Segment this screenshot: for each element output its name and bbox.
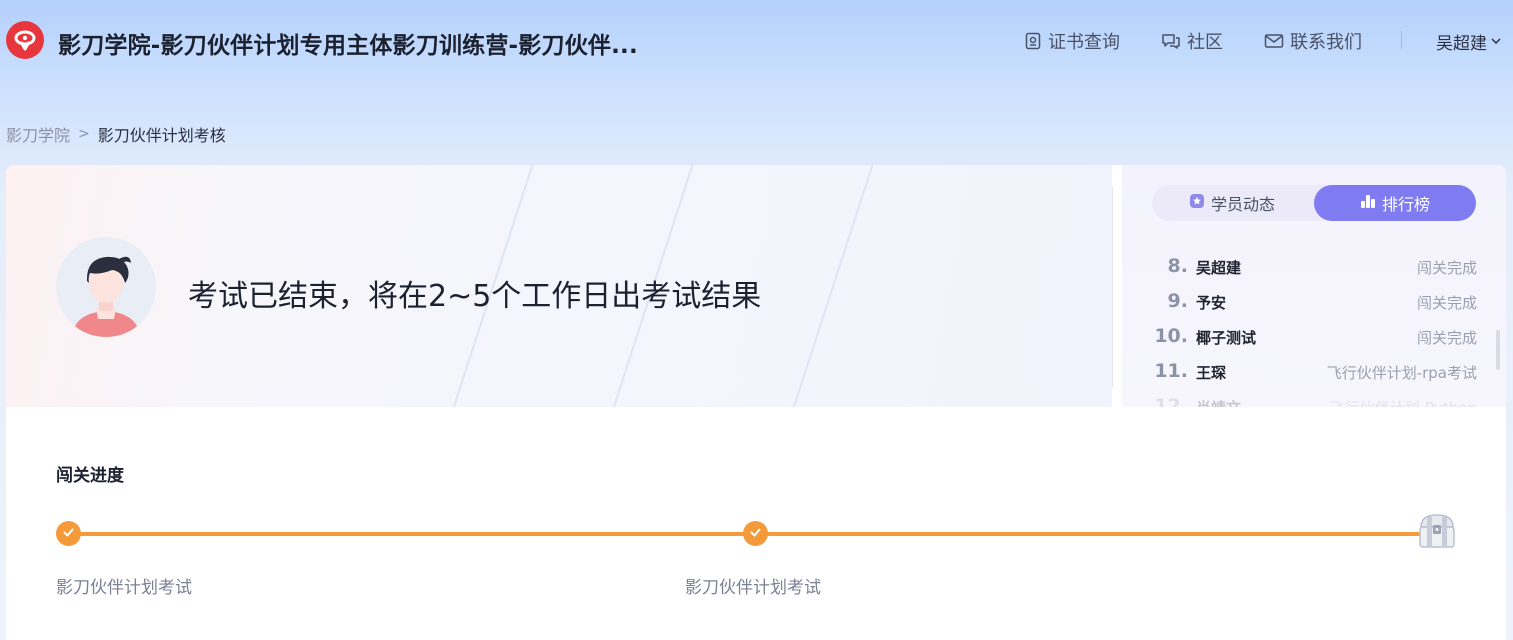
- nav-label: 证书查询: [1048, 32, 1120, 53]
- rank-status: 飞行伙伴计划-Python: [1330, 397, 1477, 407]
- rank-number: 9.: [1167, 290, 1188, 312]
- leaderboard-row: 10. 椰子测试 闯关完成: [1122, 323, 1506, 349]
- tab-leaderboard[interactable]: 排行榜: [1314, 185, 1476, 221]
- side-panel: 学员动态 排行榜 8. 吴超建 闯关完成 9. 予安 闯关完成 10. 椰子测试…: [1122, 165, 1506, 407]
- breadcrumb: 影刀学院 > 影刀伙伴计划考核: [6, 122, 226, 146]
- stage-label: 影刀伙伴计划考试: [685, 578, 821, 598]
- top-header: 影刀学院-影刀伙伴计划专用主体影刀训练营-影刀伙伴... 证书查询 社区 联系我…: [0, 0, 1513, 80]
- exam-result-message: 考试已结束，将在2~5个工作日出考试结果: [188, 279, 762, 314]
- yingdao-logo-icon[interactable]: [6, 21, 44, 59]
- mail-icon: [1264, 33, 1284, 49]
- chat-bubble-icon: [1161, 32, 1181, 50]
- tab-label: 学员动态: [1210, 195, 1275, 214]
- certificate-icon: [1024, 32, 1042, 50]
- exam-card: 考试已结束，将在2~5个工作日出考试结果 学员动态 排行榜 8. 吴超建 闯关完…: [6, 165, 1506, 640]
- rank-number: 12.: [1154, 395, 1188, 407]
- nav-label: 社区: [1187, 32, 1223, 53]
- nav-community[interactable]: 社区: [1161, 28, 1223, 54]
- leaderboard-row: 12. 肖靖文 飞行伙伴计划-Python: [1122, 393, 1506, 407]
- stage-label: 影刀伙伴计划考试: [56, 578, 192, 598]
- breadcrumb-separator: >: [78, 126, 90, 142]
- nav-divider: [1401, 31, 1402, 49]
- leaderboard-row: 9. 予安 闯关完成: [1122, 288, 1506, 314]
- rank-status: 闯关完成: [1416, 294, 1477, 312]
- side-tabs: 学员动态 排行榜: [1152, 185, 1476, 221]
- user-menu[interactable]: 吴超建: [1436, 29, 1502, 54]
- breadcrumb-root-link[interactable]: 影刀学院: [6, 122, 70, 146]
- rank-user-name: 王琛: [1196, 364, 1227, 382]
- rank-status: 闯关完成: [1416, 259, 1477, 277]
- stage-node-completed[interactable]: [743, 521, 768, 546]
- rank-number: 8.: [1167, 255, 1188, 277]
- checkmark-icon: [749, 524, 762, 543]
- stage-node-completed[interactable]: [56, 521, 81, 546]
- treasure-chest-icon[interactable]: [1415, 511, 1459, 553]
- hero-divider: [1112, 187, 1113, 387]
- progress-title: 闯关进度: [56, 466, 124, 486]
- rank-user-name: 肖靖文: [1196, 397, 1241, 407]
- exam-result-hero: 考试已结束，将在2~5个工作日出考试结果: [6, 165, 1112, 407]
- rank-user-name: 椰子测试: [1196, 329, 1257, 347]
- tab-student-activity[interactable]: 学员动态: [1152, 185, 1312, 221]
- checkmark-icon: [62, 524, 75, 543]
- nav-certificate-query[interactable]: 证书查询: [1024, 28, 1120, 54]
- avatar: [56, 237, 156, 337]
- user-name: 吴超建: [1436, 34, 1487, 54]
- star-badge-icon: [1189, 193, 1205, 213]
- leaderboard-row: 8. 吴超建 闯关完成: [1122, 253, 1506, 279]
- decorative-line: [764, 165, 890, 407]
- nav-label: 联系我们: [1290, 32, 1362, 53]
- breadcrumb-current: 影刀伙伴计划考核: [97, 126, 226, 145]
- tab-label: 排行榜: [1381, 195, 1430, 214]
- nav-contact-us[interactable]: 联系我们: [1264, 28, 1362, 54]
- rank-number: 11.: [1154, 360, 1188, 382]
- chevron-down-icon: [1490, 32, 1502, 52]
- site-title: 影刀学院-影刀伙伴计划专用主体影刀训练营-影刀伙伴...: [58, 33, 638, 59]
- rank-user-name: 吴超建: [1196, 259, 1242, 277]
- rank-number: 10.: [1154, 325, 1188, 347]
- bar-chart-icon: [1360, 193, 1376, 213]
- leaderboard-row: 11. 王琛 飞行伙伴计划-rpa考试: [1122, 358, 1506, 384]
- rank-status: 飞行伙伴计划-rpa考试: [1326, 364, 1477, 382]
- page-scrollbar[interactable]: [1496, 330, 1500, 370]
- rank-user-name: 予安: [1196, 294, 1227, 312]
- rank-status: 闯关完成: [1416, 329, 1477, 347]
